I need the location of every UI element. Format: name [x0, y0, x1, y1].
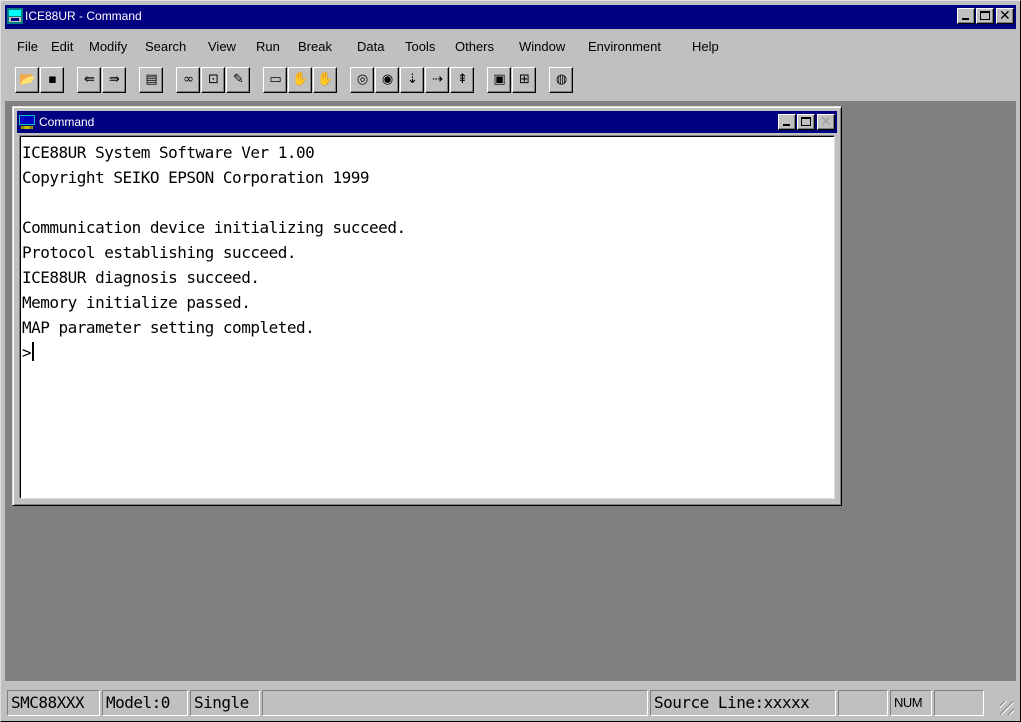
step-icon: ⇣	[407, 72, 418, 87]
go-button[interactable]: ◎	[350, 67, 374, 93]
stop-button[interactable]: ✋	[288, 67, 312, 93]
maximize-icon	[801, 117, 811, 126]
menu-tools[interactable]: Tools	[405, 39, 435, 54]
app-title: ICE88UR - Command	[25, 9, 142, 23]
step-button[interactable]: ⇣	[400, 67, 424, 93]
output-line: Protocol establishing succeed.	[22, 243, 296, 262]
status-source-line: Source Line:xxxxx	[650, 690, 836, 716]
output-line: ICE88UR diagnosis succeed.	[22, 268, 260, 287]
menu-view[interactable]: View	[208, 39, 236, 54]
breakpoint-button[interactable]: ▣	[487, 67, 511, 93]
load-option-icon: ⇛	[109, 72, 120, 87]
app-window-controls: ✕	[956, 8, 1014, 26]
mdi-client-area: Command ✕ ICE88UR System Software Ver 1.…	[5, 101, 1016, 681]
minimize-icon	[783, 124, 790, 126]
source-button[interactable]: ▤	[139, 67, 163, 93]
find-next-icon: ⊡	[208, 72, 219, 87]
maximize-button[interactable]	[976, 8, 994, 24]
reset-icon: ⇞	[457, 72, 468, 87]
menu-window[interactable]: Window	[519, 39, 565, 54]
next-button[interactable]: ⇢	[425, 67, 449, 93]
menu-edit[interactable]: Edit	[51, 39, 73, 54]
find-button[interactable]: ∞	[176, 67, 200, 93]
command-window: Command ✕ ICE88UR System Software Ver 1.…	[12, 106, 842, 506]
menu-modify[interactable]: Modify	[89, 39, 127, 54]
close-icon: ✕	[820, 114, 832, 130]
minimize-icon	[962, 18, 969, 20]
output-line: Copyright SEIKO EPSON Corporation 1999	[22, 168, 370, 187]
menu-file[interactable]: File	[17, 39, 38, 54]
menu-help[interactable]: Help	[692, 39, 719, 54]
output-line: MAP parameter setting completed.	[22, 318, 315, 337]
output-line: Memory initialize passed.	[22, 293, 251, 312]
child-maximize-button[interactable]	[797, 114, 815, 130]
help-icon: ◍	[555, 72, 568, 87]
status-mode: Single	[190, 690, 260, 716]
go-to-icon: ◉	[381, 72, 394, 87]
status-bar: SMC88XXX Model:0 Single Source Line:xxxx…	[5, 689, 1016, 717]
status-extra	[934, 690, 984, 716]
go-hand-disabled-icon: ✋	[317, 72, 334, 87]
edit-button[interactable]: ✎	[226, 67, 250, 93]
register-button[interactable]: ▭	[263, 67, 287, 93]
help-button[interactable]: ◍	[549, 67, 573, 93]
save-button[interactable]: ▪	[40, 67, 64, 93]
status-chip: SMC88XXX	[7, 690, 100, 716]
stop-hand-icon: ✋	[292, 72, 309, 87]
menu-environment[interactable]: Environment	[588, 39, 661, 54]
go-to-button[interactable]: ◉	[375, 67, 399, 93]
minimize-button[interactable]	[957, 8, 975, 24]
output-line: Communication device initializing succee…	[22, 218, 406, 237]
find-next-button[interactable]: ⊡	[201, 67, 225, 93]
register-window-icon: ▭	[269, 72, 282, 87]
child-minimize-button[interactable]	[778, 114, 796, 130]
trace-icon: ⊞	[519, 72, 530, 87]
command-window-title-bar[interactable]: Command ✕	[17, 111, 837, 133]
app-title-bar[interactable]: ICE88UR - Command ✕	[5, 5, 1016, 29]
next-icon: ⇢	[432, 72, 443, 87]
command-window-icon	[19, 115, 35, 129]
trace-button[interactable]: ⊞	[512, 67, 536, 93]
load-program-button[interactable]: ⇚	[77, 67, 101, 93]
load-option-button[interactable]: ⇛	[102, 67, 126, 93]
open-button[interactable]: 📂	[15, 67, 39, 93]
output-line: ICE88UR System Software Ver 1.00	[22, 143, 315, 162]
reset-button[interactable]: ⇞	[450, 67, 474, 93]
go-icon: ◎	[356, 72, 369, 87]
close-icon: ✕	[999, 8, 1011, 24]
source-file-icon: ▤	[145, 72, 158, 87]
menu-break[interactable]: Break	[298, 39, 332, 54]
toolbar: 📂 ▪ ⇚ ⇛ ▤ ∞ ⊡ ✎ ▭ ✋ ✋ ◎ ◉ ⇣ ⇢ ⇞ ▣ ⊞ ◍	[15, 67, 715, 95]
close-button[interactable]: ✕	[996, 8, 1014, 24]
menu-others[interactable]: Others	[455, 39, 494, 54]
command-prompt-line[interactable]: >	[22, 340, 834, 365]
command-window-title: Command	[39, 115, 95, 129]
open-folder-icon: 📂	[19, 72, 36, 87]
find-binoculars-icon: ∞	[183, 72, 194, 87]
load-program-icon: ⇚	[84, 72, 95, 87]
command-output[interactable]: ICE88UR System Software Ver 1.00 Copyrig…	[19, 135, 835, 499]
ice88-app-icon	[7, 8, 23, 24]
child-close-button[interactable]: ✕	[817, 114, 835, 130]
app-window: ICE88UR - Command ✕ File Edit Modify Sea…	[0, 0, 1021, 722]
resize-grip[interactable]	[1000, 701, 1014, 715]
menu-search[interactable]: Search	[145, 39, 186, 54]
status-model: Model:0	[102, 690, 188, 716]
edit-pencil-icon: ✎	[233, 72, 244, 87]
command-prompt: >	[22, 343, 32, 362]
status-column	[838, 690, 888, 716]
save-disk-icon: ▪	[48, 72, 57, 87]
status-num: NUM	[890, 690, 932, 716]
hand-disabled-button[interactable]: ✋	[313, 67, 337, 93]
menu-run[interactable]: Run	[256, 39, 280, 54]
menu-bar: File Edit Modify Search View Run Break D…	[5, 39, 1015, 59]
maximize-icon	[980, 11, 990, 20]
command-window-controls: ✕	[777, 114, 835, 132]
text-cursor	[32, 342, 35, 361]
menu-data[interactable]: Data	[357, 39, 384, 54]
status-message	[262, 690, 648, 716]
breakpoint-icon: ▣	[493, 72, 506, 87]
